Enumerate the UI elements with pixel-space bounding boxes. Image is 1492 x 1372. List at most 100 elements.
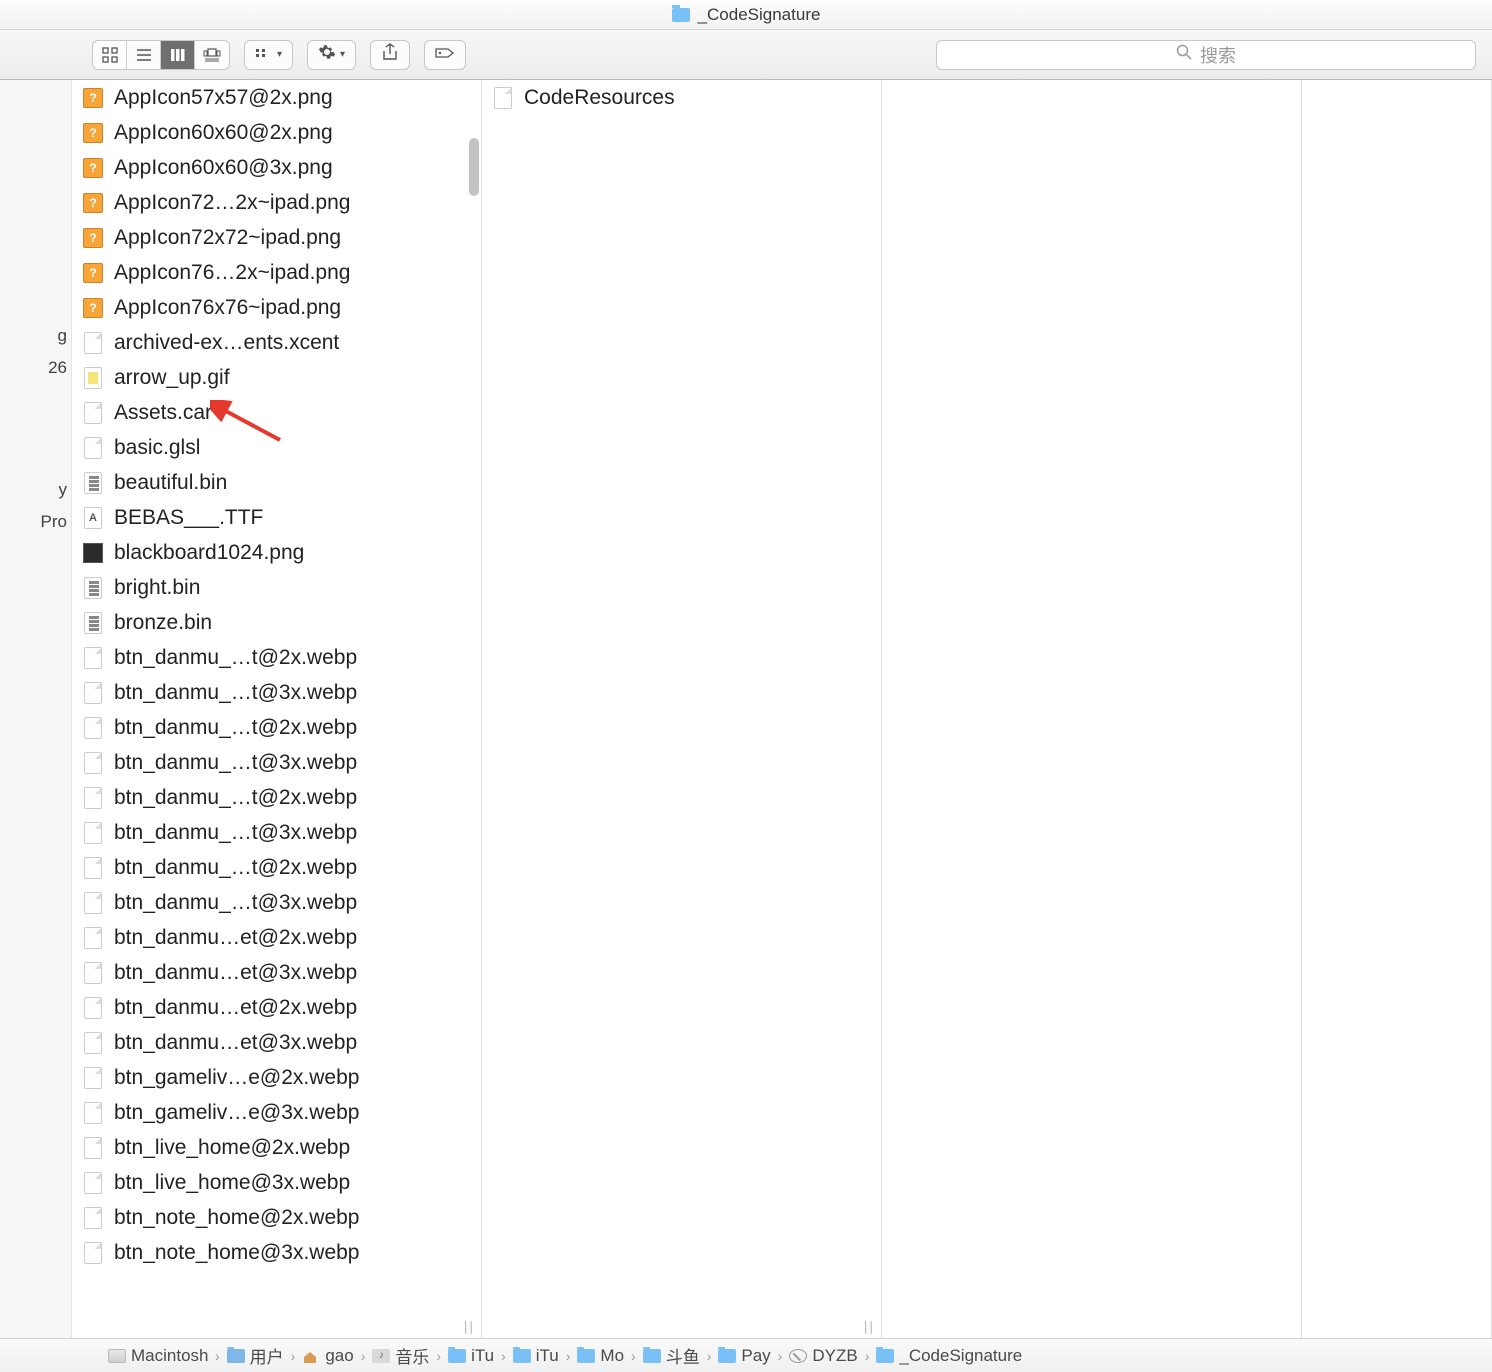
- file-row[interactable]: btn_gameliv…e@2x.webp: [72, 1060, 481, 1095]
- png-app-icon: [82, 157, 104, 179]
- search-placeholder: 搜索: [1200, 42, 1236, 68]
- column-2[interactable]: || CodeResources: [482, 80, 882, 1338]
- blank-icon: [82, 787, 104, 809]
- file-row[interactable]: btn_gameliv…e@3x.webp: [72, 1095, 481, 1130]
- file-row[interactable]: btn_danmu…et@2x.webp: [72, 990, 481, 1025]
- file-row[interactable]: btn_danmu…et@3x.webp: [72, 1025, 481, 1060]
- bin-icon: [82, 472, 104, 494]
- file-row[interactable]: btn_note_home@2x.webp: [72, 1200, 481, 1235]
- search-field[interactable]: 搜索: [936, 40, 1476, 70]
- column-3[interactable]: [882, 80, 1302, 1338]
- action-menu-button[interactable]: ▾: [307, 40, 356, 70]
- file-row[interactable]: archived-ex…ents.xcent: [72, 325, 481, 360]
- file-row[interactable]: basic.glsl: [72, 430, 481, 465]
- file-name: AppIcon72…2x~ipad.png: [114, 191, 350, 215]
- file-name: btn_danmu_…t@3x.webp: [114, 751, 357, 775]
- file-row[interactable]: btn_danmu_…t@2x.webp: [72, 850, 481, 885]
- tags-button[interactable]: [424, 40, 466, 70]
- blocked-icon: [789, 1349, 807, 1363]
- file-row[interactable]: bright.bin: [72, 570, 481, 605]
- file-row[interactable]: btn_danmu_…t@3x.webp: [72, 675, 481, 710]
- path-crumb[interactable]: DYZB: [789, 1346, 857, 1366]
- file-row[interactable]: AppIcon60x60@3x.png: [72, 150, 481, 185]
- path-crumb[interactable]: iTu: [513, 1346, 559, 1366]
- column-1[interactable]: || AppIcon57x57@2x.png AppIcon60x60@2x.pn…: [72, 80, 482, 1338]
- sidebar-text: g: [0, 320, 71, 352]
- path-crumb[interactable]: 用户: [227, 1343, 284, 1368]
- path-separator: ›: [563, 1348, 574, 1364]
- file-name: arrow_up.gif: [114, 366, 230, 390]
- file-row[interactable]: btn_live_home@3x.webp: [72, 1165, 481, 1200]
- file-row[interactable]: bronze.bin: [72, 605, 481, 640]
- sidebar-text: Pro: [0, 506, 71, 538]
- path-crumb[interactable]: Mo: [577, 1346, 624, 1366]
- file-name: bright.bin: [114, 576, 200, 600]
- file-row[interactable]: Assets.car: [72, 395, 481, 430]
- path-separator: ›: [358, 1348, 369, 1364]
- file-row[interactable]: beautiful.bin: [72, 465, 481, 500]
- column-resize-handle[interactable]: ||: [864, 1318, 875, 1334]
- path-crumb[interactable]: _CodeSignature: [876, 1346, 1022, 1366]
- png-app-icon: [82, 87, 104, 109]
- path-crumb[interactable]: Macintosh HD: [108, 1346, 208, 1366]
- file-row[interactable]: blackboard1024.png: [72, 535, 481, 570]
- coverflow-view-button[interactable]: [195, 41, 229, 69]
- sidebar-text: 26: [0, 352, 71, 384]
- file-row[interactable]: btn_danmu_…t@2x.webp: [72, 640, 481, 675]
- column-browser: g 26 y Pro || AppIcon57x57@2x.pngAppIcon…: [0, 80, 1492, 1338]
- file-name: BEBAS___.TTF: [114, 506, 263, 530]
- path-crumb[interactable]: 音乐: [372, 1343, 429, 1368]
- folder-icon: [513, 1349, 531, 1363]
- file-name: AppIcon60x60@3x.png: [114, 156, 333, 180]
- file-row[interactable]: BEBAS___.TTF: [72, 500, 481, 535]
- file-row[interactable]: AppIcon72…2x~ipad.png: [72, 185, 481, 220]
- file-name: AppIcon57x57@2x.png: [114, 86, 333, 110]
- file-row[interactable]: btn_danmu_…t@2x.webp: [72, 780, 481, 815]
- file-row[interactable]: btn_danmu_…t@3x.webp: [72, 885, 481, 920]
- file-row[interactable]: CodeResources: [482, 80, 881, 115]
- ttf-icon: [82, 507, 104, 529]
- file-name: basic.glsl: [114, 436, 200, 460]
- home-icon: [302, 1349, 320, 1363]
- file-row[interactable]: btn_danmu_…t@2x.webp: [72, 710, 481, 745]
- path-separator: ›: [628, 1348, 639, 1364]
- file-name: btn_note_home@3x.webp: [114, 1241, 360, 1265]
- file-row[interactable]: AppIcon76…2x~ipad.png: [72, 255, 481, 290]
- png-app-icon: [82, 192, 104, 214]
- file-row[interactable]: arrow_up.gif: [72, 360, 481, 395]
- path-crumb-label: iTu: [536, 1346, 559, 1366]
- file-row[interactable]: btn_danmu_…t@3x.webp: [72, 745, 481, 780]
- path-crumb-label: 用户: [250, 1343, 284, 1368]
- blank-icon: [82, 1032, 104, 1054]
- file-row[interactable]: AppIcon76x76~ipad.png: [72, 290, 481, 325]
- file-row[interactable]: btn_live_home@2x.webp: [72, 1130, 481, 1165]
- path-crumb[interactable]: gao: [302, 1346, 353, 1366]
- blank-icon: [82, 997, 104, 1019]
- path-separator: ›: [704, 1348, 715, 1364]
- list-view-button[interactable]: [127, 41, 161, 69]
- column-resize-handle[interactable]: ||: [464, 1318, 475, 1334]
- file-row[interactable]: btn_danmu…et@2x.webp: [72, 920, 481, 955]
- arrange-button[interactable]: ▾: [244, 40, 293, 70]
- icon-view-button[interactable]: [93, 41, 127, 69]
- file-row[interactable]: btn_danmu…et@3x.webp: [72, 955, 481, 990]
- blank-icon: [82, 647, 104, 669]
- file-row[interactable]: btn_danmu_…t@3x.webp: [72, 815, 481, 850]
- view-mode-group: [92, 40, 230, 70]
- music-folder-icon: [372, 1349, 390, 1363]
- path-crumb-label: _CodeSignature: [899, 1346, 1022, 1366]
- scrollbar-thumb[interactable]: [469, 138, 479, 196]
- file-row[interactable]: btn_note_home@3x.webp: [72, 1235, 481, 1270]
- column-view-button[interactable]: [161, 41, 195, 69]
- path-crumb[interactable]: 斗鱼: [643, 1343, 700, 1368]
- file-row[interactable]: AppIcon72x72~ipad.png: [72, 220, 481, 255]
- path-crumb[interactable]: Pay: [718, 1346, 770, 1366]
- path-crumb[interactable]: iTu: [448, 1346, 494, 1366]
- file-name: Assets.car: [114, 401, 212, 425]
- file-row[interactable]: AppIcon57x57@2x.png: [72, 80, 481, 115]
- file-row[interactable]: AppIcon60x60@2x.png: [72, 115, 481, 150]
- share-button[interactable]: [370, 40, 410, 70]
- path-crumb-label: gao: [325, 1346, 353, 1366]
- users-folder-icon: [227, 1349, 245, 1363]
- blank-icon: [82, 857, 104, 879]
